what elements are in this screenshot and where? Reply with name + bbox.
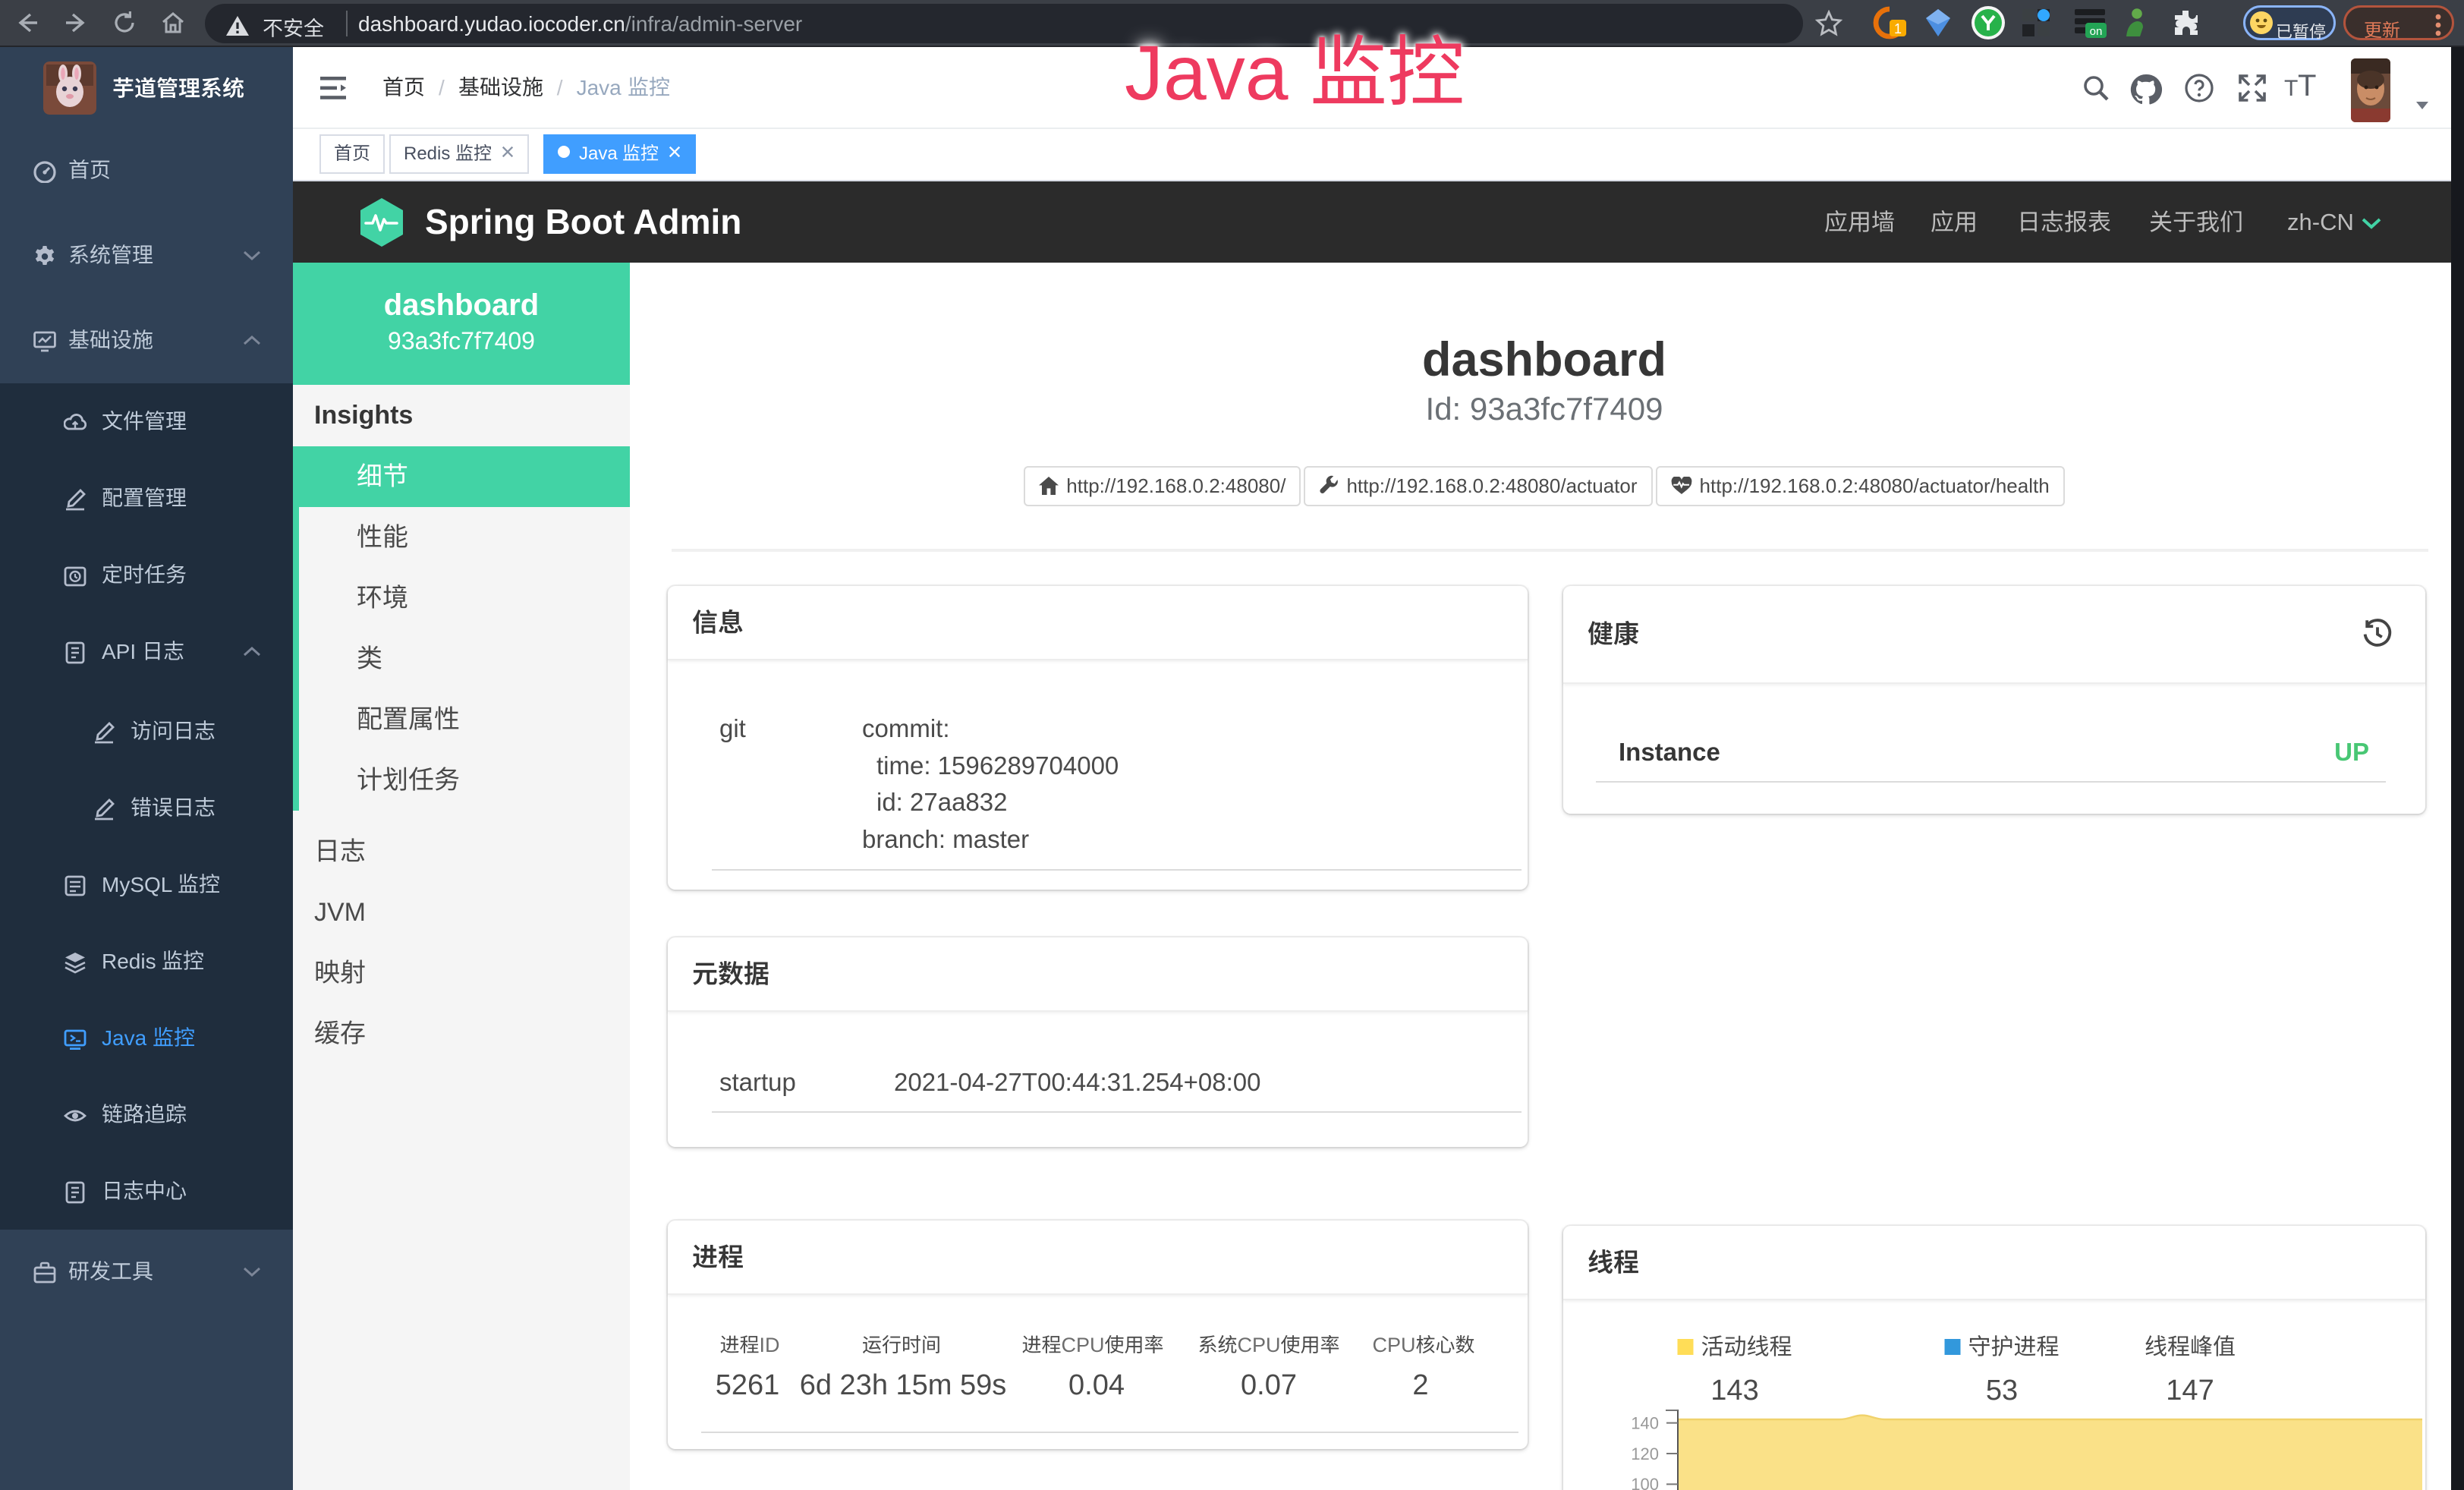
svg-text:140: 140: [1631, 1413, 1659, 1432]
svg-text:on: on: [2090, 25, 2103, 38]
svg-text:1: 1: [1894, 21, 1902, 36]
svg-text:T: T: [2298, 71, 2316, 102]
svg-text:T: T: [2284, 76, 2298, 101]
svg-text:100: 100: [1631, 1475, 1659, 1490]
svg-text:120: 120: [1631, 1444, 1659, 1463]
